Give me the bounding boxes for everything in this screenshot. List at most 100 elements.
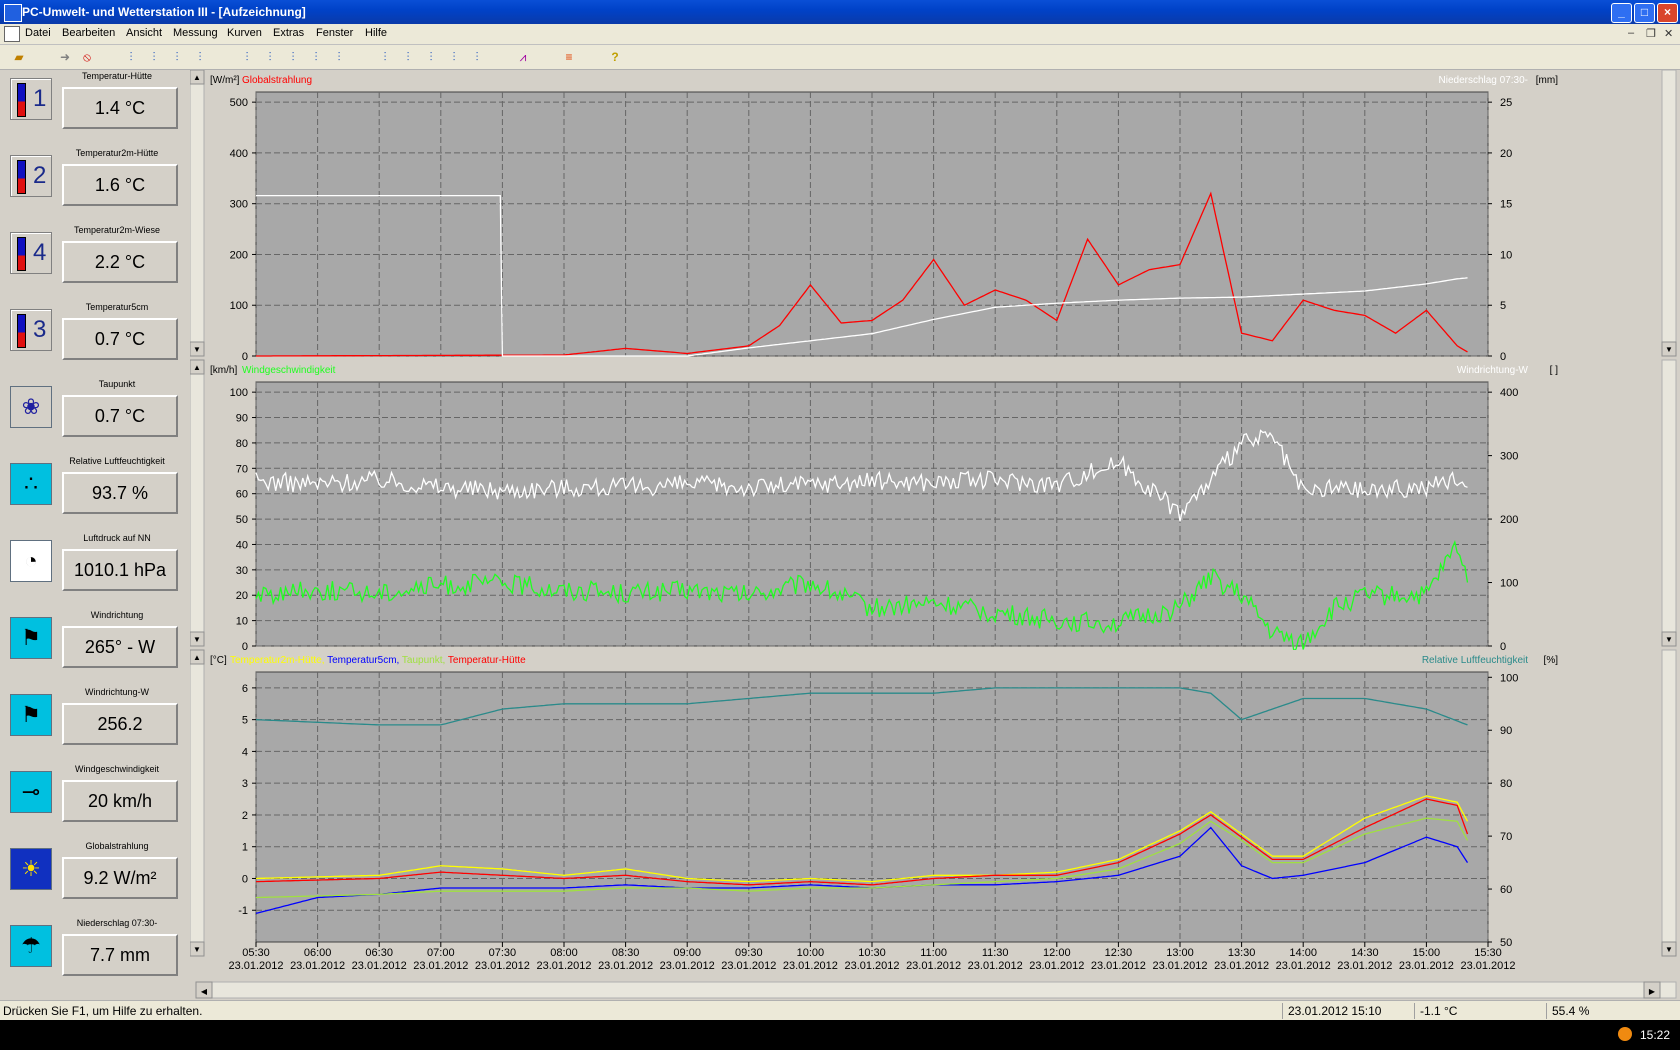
right-axis-unit: [ ] bbox=[1550, 365, 1559, 376]
help-icon[interactable]: ? bbox=[606, 49, 624, 65]
menu-ansicht[interactable]: Ansicht bbox=[126, 27, 162, 39]
y2-tick-label: 200 bbox=[1500, 514, 1518, 526]
x-tick-date-label: 23.01.2012 bbox=[475, 960, 530, 972]
y-tick-label: 2 bbox=[242, 810, 248, 822]
y-tick-label: 60 bbox=[236, 489, 248, 501]
chart-icon[interactable]: ⩘ bbox=[514, 49, 532, 65]
chart-legend-right: Relative Luftfeuchtigkeit bbox=[1422, 655, 1528, 666]
y2-tick-label: 80 bbox=[1500, 778, 1512, 790]
window-title: PC-Umwelt- und Wetterstation III - [Aufz… bbox=[22, 5, 306, 19]
y2-tick-label: 15 bbox=[1500, 199, 1512, 211]
maximize-icon[interactable]: □ bbox=[1634, 3, 1655, 23]
curve-tool-4-icon[interactable]: ⫶ bbox=[191, 49, 209, 65]
sensor-number: 3 bbox=[33, 316, 47, 343]
horizontal-scrollbar bbox=[195, 981, 1677, 999]
toolbar: ▰ ➜ ⦸ ⫶ ⫶ ⫶ ⫶ ⫶ ⫶ ⫶ ⫶ ⫶ ⫶ ⫶ ⫶ ⫶ ⫶ ⩘ ≡ ? bbox=[0, 45, 1680, 70]
sensor-value: 1010.1 hPa bbox=[62, 549, 178, 591]
x-tick-time-label: 13:30 bbox=[1228, 947, 1256, 959]
x-tick-time-label: 09:30 bbox=[735, 947, 763, 959]
mdi-restore-icon[interactable]: ❐ bbox=[1646, 27, 1656, 40]
sensor-panel: 1 Temperatur-Hütte 1.4 °C 2 Temperatur2m-Hüt… bbox=[0, 70, 190, 1000]
curve-tool-5-icon[interactable]: ⫶ bbox=[238, 49, 256, 65]
sensor-label: Temperatur5cm bbox=[85, 302, 149, 312]
x-tick-date-label: 23.01.2012 bbox=[1460, 960, 1515, 972]
document-icon[interactable] bbox=[4, 26, 20, 42]
menu-bar: Datei Bearbeiten Ansicht Messung Kurven … bbox=[0, 24, 1680, 45]
y-tick-label: 300 bbox=[230, 199, 248, 211]
mdi-minimize-icon[interactable]: – bbox=[1628, 27, 1634, 39]
menu-hilfe[interactable]: Hilfe bbox=[365, 27, 387, 39]
status-bar: Drücken Sie F1, um Hilfe zu erhalten. 23… bbox=[0, 1000, 1680, 1021]
menu-extras[interactable]: Extras bbox=[273, 27, 304, 39]
curve-tool-8-icon[interactable]: ⫶ bbox=[307, 49, 325, 65]
zoom-tool-5-icon[interactable]: ⫶ bbox=[468, 49, 486, 65]
thermometer-3-icon: 3 bbox=[10, 309, 52, 351]
scroll-down-icon: ▼ bbox=[1665, 635, 1673, 644]
menu-messung[interactable]: Messung bbox=[173, 27, 218, 39]
y-tick-label: -1 bbox=[238, 905, 248, 917]
x-tick-time-label: 09:00 bbox=[673, 947, 701, 959]
curve-tool-2-icon[interactable]: ⫶ bbox=[145, 49, 163, 65]
mdi-close-icon[interactable]: ✕ bbox=[1664, 27, 1673, 40]
left-axis-unit: [km/h] bbox=[210, 365, 237, 376]
y-tick-label: 4 bbox=[242, 746, 248, 758]
scroll-down-icon: ▼ bbox=[1665, 345, 1673, 354]
x-tick-date-label: 23.01.2012 bbox=[1399, 960, 1454, 972]
sensor-value: 93.7 % bbox=[62, 472, 178, 514]
menu-bearbeiten[interactable]: Bearbeiten bbox=[62, 27, 115, 39]
menu-fenster[interactable]: Fenster bbox=[316, 27, 353, 39]
zoom-tool-4-icon[interactable]: ⫶ bbox=[445, 49, 463, 65]
zoom-tool-3-icon[interactable]: ⫶ bbox=[422, 49, 440, 65]
wind-speed-icon: ⊸ bbox=[10, 771, 52, 813]
left-axis-unit: [W/m²] bbox=[210, 75, 240, 86]
minimize-icon[interactable]: _ bbox=[1611, 3, 1632, 23]
zoom-tool-1-icon[interactable]: ⫶ bbox=[376, 49, 394, 65]
legend-entry: Temperatur2m-Hütte, bbox=[230, 655, 327, 666]
chart-panel-3: -1 0 1 2 3 4 5 6 50 60 70 80 90 100 [°C] [%] Temperatur2… bbox=[190, 649, 1677, 960]
scroll-down-icon: ▼ bbox=[193, 635, 201, 644]
x-tick-time-label: 07:30 bbox=[489, 947, 517, 959]
curve-tool-1-icon[interactable]: ⫶ bbox=[122, 49, 140, 65]
x-tick-time-label: 07:00 bbox=[427, 947, 455, 959]
x-tick-time-label: 10:00 bbox=[797, 947, 825, 959]
forward-icon[interactable]: ➜ bbox=[56, 49, 74, 65]
menu-datei[interactable]: Datei bbox=[25, 27, 51, 39]
thermometer-2-icon: 2 bbox=[10, 155, 52, 197]
scroll-down-icon: ▼ bbox=[193, 945, 201, 954]
status-percent: 55.4 % bbox=[1552, 1004, 1590, 1018]
x-tick-date-label: 23.01.2012 bbox=[968, 960, 1023, 972]
x-tick-date-label: 23.01.2012 bbox=[1152, 960, 1207, 972]
curve-tool-9-icon[interactable]: ⫶ bbox=[330, 49, 348, 65]
stop-icon[interactable]: ⦸ bbox=[78, 49, 96, 65]
open-folder-icon[interactable]: ▰ bbox=[10, 49, 28, 65]
wind-direction-icon: ⚑ bbox=[10, 617, 52, 659]
menu-kurven[interactable]: Kurven bbox=[227, 27, 262, 39]
x-tick-time-label: 12:00 bbox=[1043, 947, 1071, 959]
sensor-label: Globalstrahlung bbox=[85, 841, 149, 851]
legend-entry: Taupunkt, bbox=[402, 655, 448, 666]
y-tick-label: 1 bbox=[242, 842, 248, 854]
x-tick-time-label: 13:00 bbox=[1166, 947, 1194, 959]
curve-tool-6-icon[interactable]: ⫶ bbox=[261, 49, 279, 65]
sensor-value: 20 km/h bbox=[62, 780, 178, 822]
global-radiation-icon: ☀ bbox=[10, 848, 52, 890]
x-tick-date-label: 23.01.2012 bbox=[290, 960, 345, 972]
sensor-value: 7.7 mm bbox=[62, 934, 178, 976]
curve-tool-3-icon[interactable]: ⫶ bbox=[168, 49, 186, 65]
close-icon[interactable]: × bbox=[1657, 3, 1678, 23]
status-separator bbox=[1414, 1003, 1415, 1019]
x-tick-date-label: 23.01.2012 bbox=[660, 960, 715, 972]
y-tick-label: 6 bbox=[242, 683, 248, 695]
sensor-label: Windrichtung bbox=[90, 610, 144, 620]
tray-icon[interactable] bbox=[1618, 1027, 1632, 1041]
left-axis-unit: [°C] bbox=[210, 655, 227, 666]
thermometer-glyph bbox=[17, 160, 26, 194]
zoom-tool-2-icon[interactable]: ⫶ bbox=[399, 49, 417, 65]
panel-scrollbar-right bbox=[1661, 70, 1677, 357]
x-tick-time-label: 06:00 bbox=[304, 947, 332, 959]
x-tick-time-label: 08:00 bbox=[550, 947, 578, 959]
curve-tool-7-icon[interactable]: ⫶ bbox=[284, 49, 302, 65]
colors-icon[interactable]: ≡ bbox=[560, 49, 578, 65]
y-tick-label: 3 bbox=[242, 778, 248, 790]
scroll-down-icon: ▼ bbox=[1665, 945, 1673, 954]
